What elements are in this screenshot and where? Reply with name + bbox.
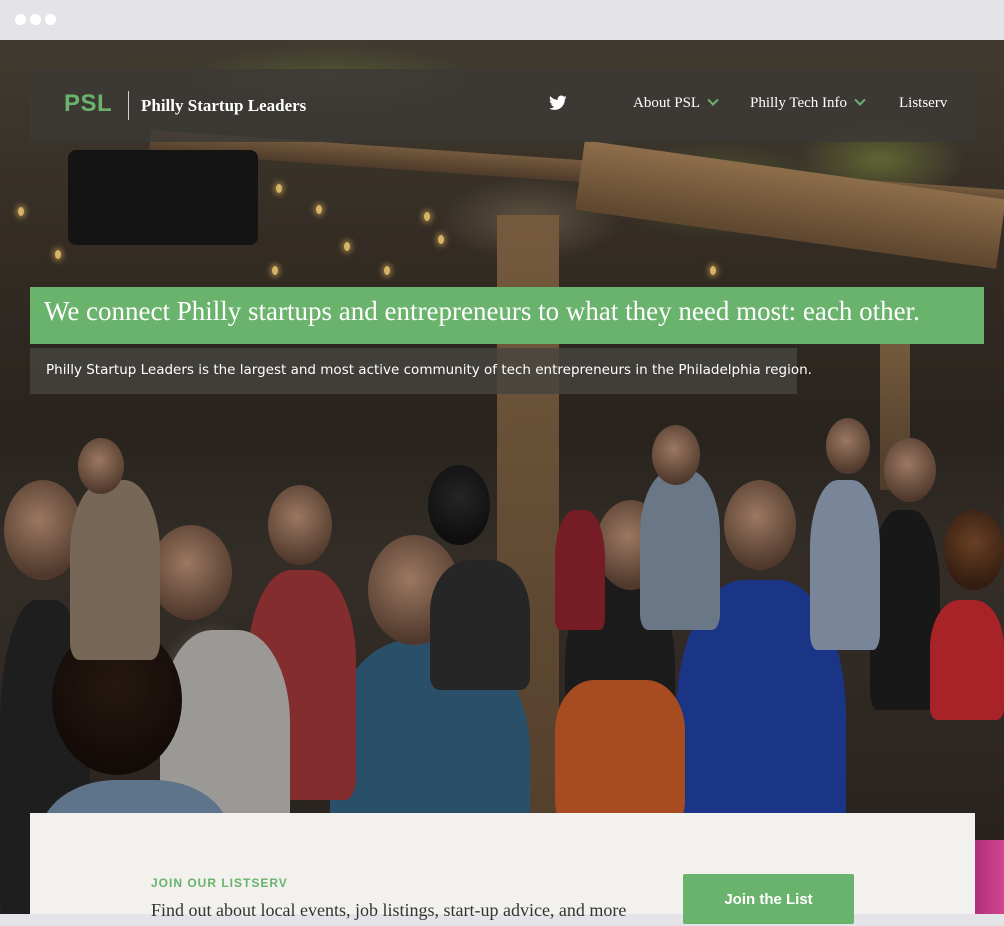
nav-listserv[interactable]: Listserv xyxy=(899,95,947,112)
nav-philly-tech-info[interactable]: Philly Tech Info xyxy=(750,94,866,112)
nav-about-psl[interactable]: About PSL xyxy=(633,94,719,112)
site-name[interactable]: Philly Startup Leaders xyxy=(141,96,306,116)
join-list-button[interactable]: Join the List xyxy=(683,874,854,924)
browser-chrome xyxy=(0,0,1004,40)
listserv-heading: JOIN OUR LISTSERV xyxy=(151,876,288,890)
listserv-description: Find out about local events, job listing… xyxy=(151,900,627,920)
window-dot-icon xyxy=(15,14,26,25)
nav-listserv-label: Listserv xyxy=(899,95,948,111)
window-dot-icon xyxy=(30,14,41,25)
logo-divider xyxy=(128,91,129,120)
hero-headline: We connect Philly startups and entrepren… xyxy=(44,296,920,326)
nav-about-psl-label: About PSL xyxy=(633,95,701,111)
nav-philly-tech-info-label: Philly Tech Info xyxy=(750,95,847,111)
twitter-icon[interactable] xyxy=(549,95,567,111)
window-dot-icon xyxy=(45,14,56,25)
photo-edge xyxy=(975,840,1004,914)
psl-logo[interactable]: PSL xyxy=(64,90,112,118)
hero-photo xyxy=(0,40,1004,914)
hero-subline: Philly Startup Leaders is the largest an… xyxy=(46,362,812,378)
chevron-down-icon xyxy=(707,94,719,106)
chevron-down-icon xyxy=(854,94,866,106)
